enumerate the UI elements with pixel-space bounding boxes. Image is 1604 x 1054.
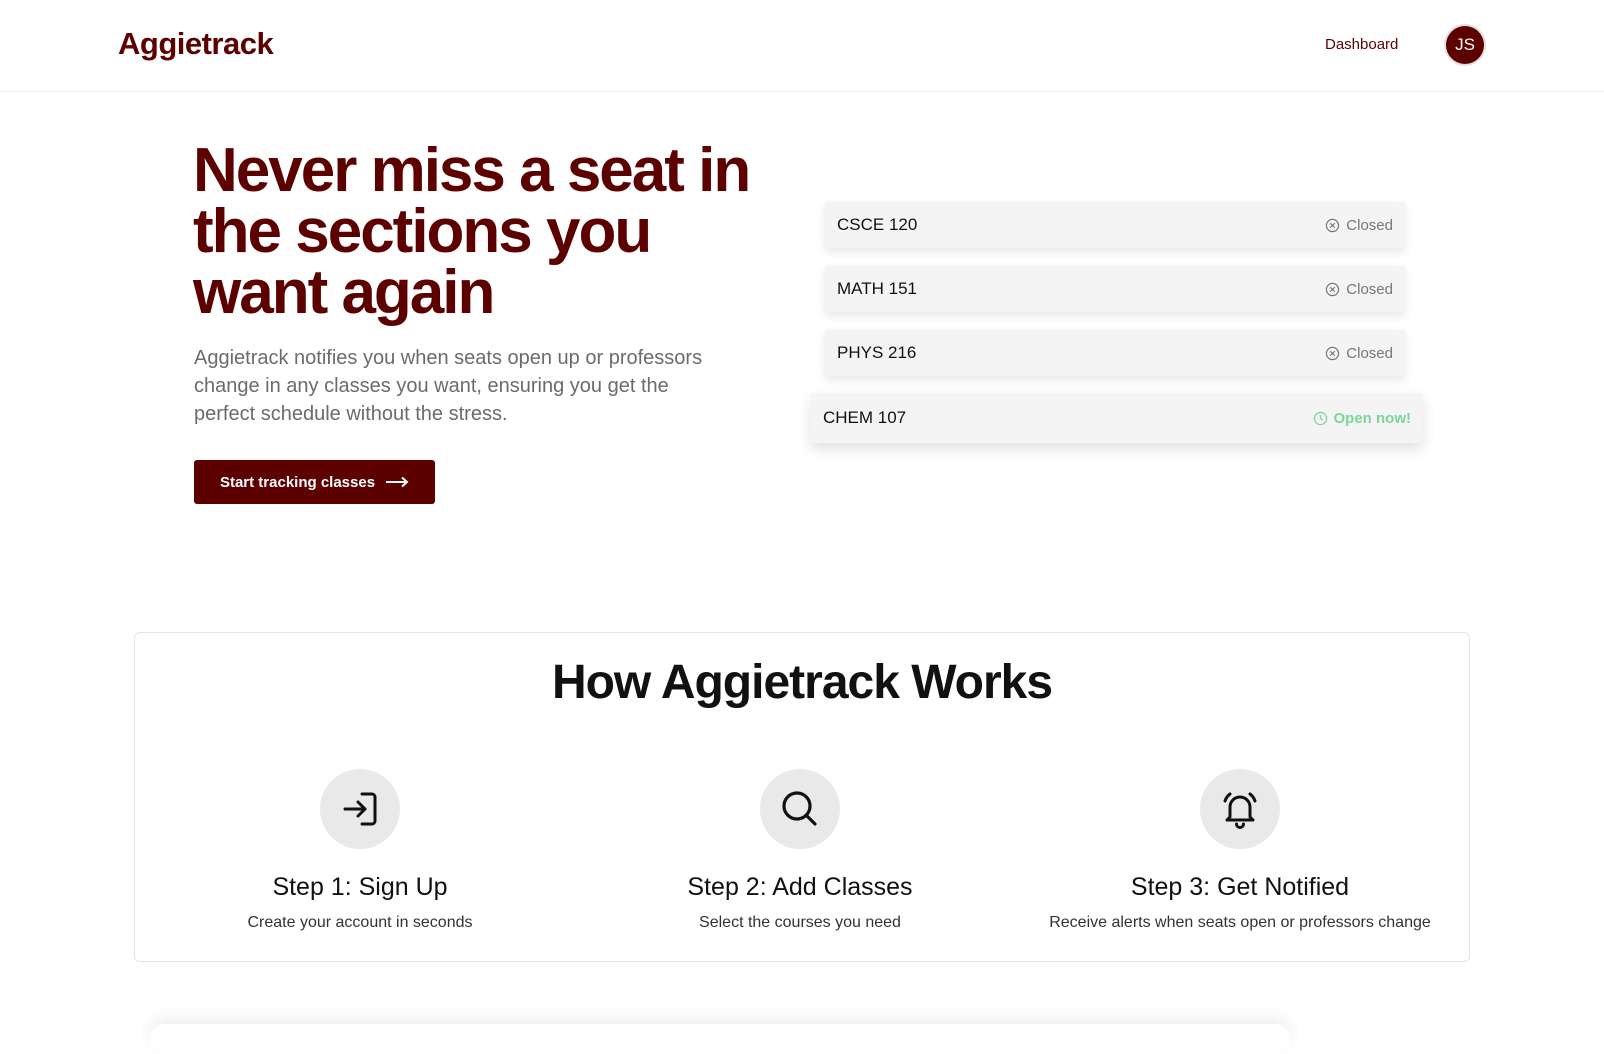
start-tracking-label: Start tracking classes	[219, 473, 376, 491]
bell-ringing-icon	[1223, 792, 1257, 829]
avatar[interactable]: JS	[1446, 26, 1484, 64]
step-description: Receive alerts when seats open or profes…	[1049, 914, 1431, 931]
next-section-edge	[150, 1024, 1290, 1054]
nav-dashboard-link[interactable]: Dashboard	[1325, 36, 1398, 53]
step-icon-circle	[320, 769, 400, 849]
status-text: Open now!	[1333, 409, 1412, 427]
status-text: Closed	[1346, 280, 1393, 298]
class-card: CHEM 107 Open now!	[811, 393, 1423, 443]
course-code: MATH 151	[837, 279, 917, 298]
x-circle-icon	[1326, 346, 1340, 360]
logo[interactable]: Aggietrack	[118, 26, 274, 62]
top-nav-bar: Aggietrack Dashboard JS	[0, 0, 1604, 92]
step-title: Step 3: Get Notified	[1130, 873, 1350, 901]
section-title: How Aggietrack Works	[551, 656, 1053, 709]
clock-icon	[1313, 411, 1327, 425]
how-it-works-section: How Aggietrack Works Step 1: Sign Up Cre…	[134, 632, 1470, 962]
class-card: CSCE 120 Closed	[825, 202, 1405, 248]
x-circle-icon	[1326, 218, 1340, 232]
step-title: Step 2: Add Classes	[687, 873, 913, 901]
step-sign-up: Step 1: Sign Up Create your account in s…	[140, 769, 580, 932]
x-circle-icon	[1326, 282, 1340, 296]
sign-in-icon	[343, 792, 377, 826]
status-badge: Closed	[1325, 281, 1393, 298]
start-tracking-button[interactable]: Start tracking classes	[194, 460, 435, 504]
step-description: Select the courses you need	[699, 914, 901, 931]
hero-subtitle: Aggietrack notifies you when seats open …	[194, 347, 703, 425]
search-icon	[782, 791, 817, 826]
course-code: CHEM 107	[823, 408, 907, 427]
status-badge: Closed	[1325, 345, 1393, 362]
class-card: MATH 151 Closed	[825, 266, 1405, 312]
arrow-right-icon	[386, 476, 409, 488]
status-badge: Open now!	[1313, 409, 1412, 427]
step-title: Step 1: Sign Up	[272, 873, 448, 901]
step-get-notified: Step 3: Get Notified Receive alerts when…	[1020, 769, 1460, 932]
step-icon-circle	[760, 769, 840, 849]
status-text: Closed	[1346, 216, 1393, 234]
class-card: PHYS 216 Closed	[825, 330, 1405, 376]
step-icon-circle	[1200, 769, 1280, 849]
hero-title: Never miss a seat in the sections you wa…	[193, 136, 751, 327]
course-code: PHYS 216	[837, 343, 917, 362]
step-description: Create your account in seconds	[247, 914, 473, 931]
status-badge: Closed	[1325, 217, 1393, 234]
step-add-classes: Step 2: Add Classes Select the courses y…	[580, 769, 1020, 932]
status-text: Closed	[1346, 344, 1393, 362]
course-code: CSCE 120	[837, 215, 918, 234]
